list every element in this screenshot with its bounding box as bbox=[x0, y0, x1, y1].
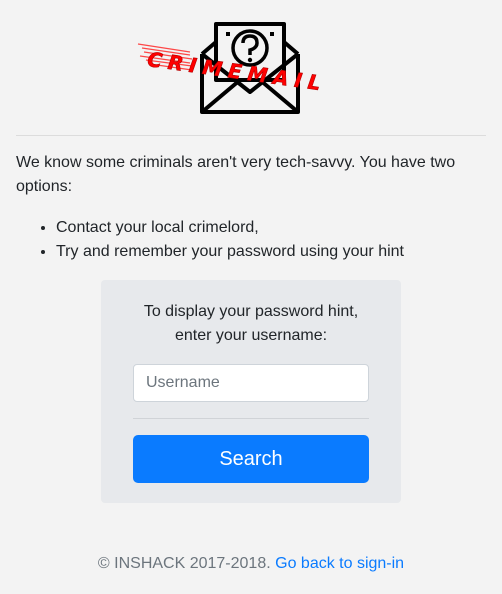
search-button[interactable]: Search bbox=[133, 435, 369, 483]
password-hint-card: To display your password hint, enter you… bbox=[101, 280, 401, 503]
envelope-question-icon: CRIMEMAIL bbox=[137, 22, 328, 114]
card-instructions: To display your password hint, enter you… bbox=[101, 300, 401, 348]
options-list: Contact your local crimelord, Try and re… bbox=[16, 216, 496, 264]
username-input[interactable] bbox=[133, 364, 369, 402]
card-divider bbox=[133, 418, 369, 419]
sign-in-link[interactable]: Go back to sign-in bbox=[275, 555, 404, 572]
divider bbox=[16, 135, 486, 136]
logo: CRIMEMAIL bbox=[0, 0, 502, 130]
logo-text: CRIMEMAIL bbox=[146, 47, 328, 96]
card-instruction-line: enter your username: bbox=[174, 327, 328, 344]
list-item: Try and remember your password using you… bbox=[56, 240, 496, 264]
footer: © INSHACK 2017-2018. Go back to sign-in bbox=[0, 553, 502, 575]
intro-text: We know some criminals aren't very tech-… bbox=[16, 154, 456, 195]
card-instruction-line: To display your password hint, bbox=[143, 303, 359, 320]
copyright-text: © INSHACK 2017-2018. bbox=[97, 555, 271, 572]
list-item: Contact your local crimelord, bbox=[56, 216, 496, 240]
